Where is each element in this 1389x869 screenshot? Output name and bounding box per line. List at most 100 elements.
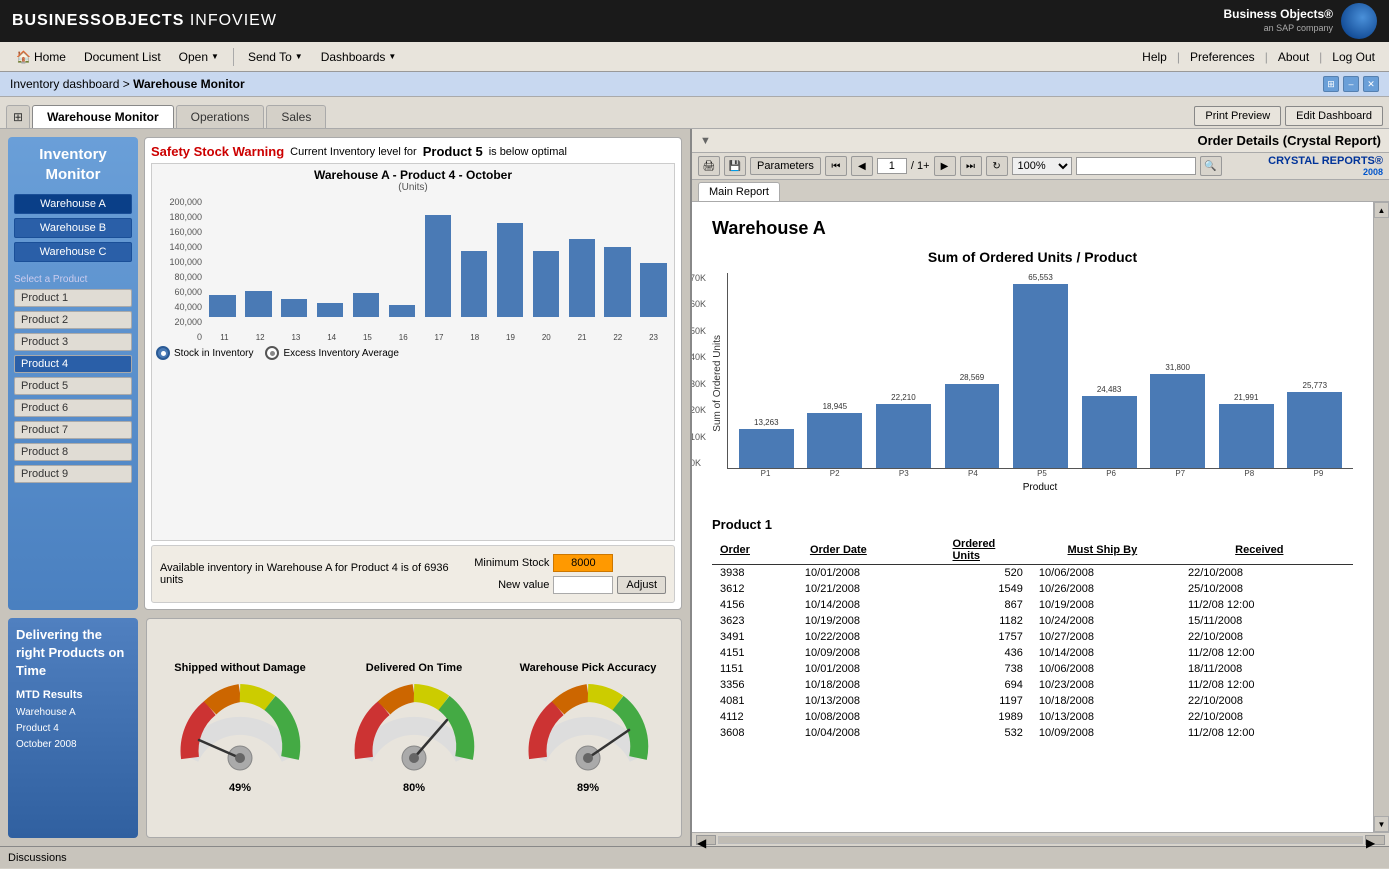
top-header: BUSINESSOBJECTS INFOVIEW Business Object… <box>0 0 1389 42</box>
tab-bar: ⊞ Warehouse Monitor Operations Sales Pri… <box>0 97 1389 129</box>
table-cell: 4156 <box>712 597 797 613</box>
cr-bar <box>1013 284 1068 468</box>
dashboards-button[interactable]: Dashboards ▼ <box>313 48 405 66</box>
table-cell: 532 <box>946 725 1031 741</box>
restore-icon[interactable]: – <box>1343 76 1359 92</box>
table-cell: 3612 <box>712 581 797 597</box>
scroll-track <box>1374 218 1389 816</box>
table-cell: 10/24/2008 <box>1031 613 1180 629</box>
table-cell: 10/06/2008 <box>1031 661 1180 677</box>
parameters-button[interactable]: Parameters <box>750 157 821 175</box>
table-row: 415110/09/200843610/14/200811/2/08 12:00 <box>712 645 1353 661</box>
cr-bar-label: P8 <box>1215 469 1284 478</box>
open-button[interactable]: Open ▼ <box>171 48 227 66</box>
mtd-detail: Warehouse A Product 4 October 2008 <box>16 705 130 753</box>
cr-bar-label: P3 <box>869 469 938 478</box>
left-panel: Inventory Monitor Warehouse A Warehouse … <box>0 129 690 846</box>
zoom-select[interactable]: 100% 75% 50% 150% <box>1012 157 1072 175</box>
first-page-icon[interactable]: ⏮ <box>825 156 847 176</box>
product-2-button[interactable]: Product 2 <box>14 311 132 329</box>
scroll-thumb[interactable] <box>718 836 1363 844</box>
home-button[interactable]: 🏠 Home <box>8 48 74 66</box>
cr-bar-label: P7 <box>1146 469 1215 478</box>
grid-icon[interactable]: ⊞ <box>6 105 30 128</box>
print-icon[interactable]: 🖨 <box>698 156 720 176</box>
nav-separator <box>233 48 234 66</box>
new-value-label: New value <box>459 579 549 591</box>
bar-label: 13 <box>280 333 313 342</box>
bar-col-20 <box>529 197 562 317</box>
maximize-icon[interactable]: ⊞ <box>1323 76 1339 92</box>
product-9-button[interactable]: Product 9 <box>14 465 132 483</box>
table-cell: 10/13/2008 <box>797 693 946 709</box>
table-cell: 10/14/2008 <box>797 597 946 613</box>
logout-link[interactable]: Log Out <box>1326 48 1381 66</box>
min-stock-input[interactable] <box>553 554 613 572</box>
breadcrumb-part1[interactable]: Inventory dashboard <box>10 77 119 91</box>
refresh-icon[interactable]: ↻ <box>986 156 1008 176</box>
open-dropdown-arrow: ▼ <box>211 52 219 61</box>
tab-operations[interactable]: Operations <box>176 105 265 128</box>
tab-sales[interactable]: Sales <box>266 105 326 128</box>
chart-subtitle: (Units) <box>156 182 670 193</box>
table-row: 411210/08/2008198910/13/200822/10/2008 <box>712 709 1353 725</box>
table-cell: 22/10/2008 <box>1180 565 1353 581</box>
table-cell: 10/22/2008 <box>797 629 946 645</box>
table-cell: 10/21/2008 <box>797 581 946 597</box>
new-value-input[interactable] <box>553 576 613 594</box>
cr-bar-col: 65,553 <box>1006 273 1075 468</box>
table-cell: 1197 <box>946 693 1031 709</box>
page-input[interactable] <box>877 158 907 174</box>
document-list-button[interactable]: Document List <box>76 48 169 66</box>
search-input[interactable] <box>1076 157 1196 175</box>
search-icon[interactable]: 🔍 <box>1200 156 1222 176</box>
warehouse-c-button[interactable]: Warehouse C <box>14 242 132 262</box>
help-link[interactable]: Help <box>1136 48 1173 66</box>
close-icon[interactable]: ✕ <box>1363 76 1379 92</box>
edit-dashboard-button[interactable]: Edit Dashboard <box>1285 106 1383 126</box>
right-scrollbar[interactable]: ▲ ▼ <box>1373 202 1389 832</box>
report-table: Product 1 Order Order Date OrderedUnits … <box>712 509 1353 565</box>
about-link[interactable]: About <box>1272 48 1315 66</box>
bar-col-19 <box>493 197 526 317</box>
last-page-icon[interactable]: ⏭ <box>960 156 982 176</box>
bar-label: 23 <box>637 333 670 342</box>
nav-left: 🏠 Home Document List Open ▼ Send To ▼ Da… <box>8 48 404 66</box>
product-8-button[interactable]: Product 8 <box>14 443 132 461</box>
legend-excess: Excess Inventory Average <box>265 346 398 360</box>
inv-available-text: Available inventory in Warehouse A for P… <box>160 562 449 586</box>
tab-warehouse-monitor[interactable]: Warehouse Monitor <box>32 105 174 128</box>
product-7-button[interactable]: Product 7 <box>14 421 132 439</box>
print-preview-button[interactable]: Print Preview <box>1194 106 1281 126</box>
product-5-button[interactable]: Product 5 <box>14 377 132 395</box>
main-report-tab[interactable]: Main Report <box>698 182 780 201</box>
cr-bar-value: 21,991 <box>1234 393 1258 402</box>
preferences-link[interactable]: Preferences <box>1184 48 1261 66</box>
safety-warning-label: Safety Stock Warning <box>151 144 284 159</box>
bar-label: 16 <box>387 333 420 342</box>
next-page-icon[interactable]: ▶ <box>934 156 956 176</box>
status-bar: Discussions <box>0 846 1389 868</box>
scroll-left-button[interactable]: ◀ <box>696 835 716 845</box>
send-to-button[interactable]: Send To ▼ <box>240 48 311 66</box>
nav-bar: 🏠 Home Document List Open ▼ Send To ▼ Da… <box>0 42 1389 72</box>
min-stock-section: Minimum Stock New value Adjust <box>459 554 666 594</box>
bottom-section: Delivering the right Products on Time MT… <box>8 618 682 838</box>
warehouse-b-button[interactable]: Warehouse B <box>14 218 132 238</box>
warehouse-a-button[interactable]: Warehouse A <box>14 194 132 214</box>
export-icon[interactable]: 💾 <box>724 156 746 176</box>
min-stock-row: Minimum Stock <box>459 554 666 572</box>
product-6-button[interactable]: Product 6 <box>14 399 132 417</box>
prev-page-icon[interactable]: ◀ <box>851 156 873 176</box>
scroll-up-button[interactable]: ▲ <box>1374 202 1389 218</box>
chart-legend: Stock in Inventory Excess Inventory Aver… <box>156 346 670 360</box>
product-3-button[interactable]: Product 3 <box>14 333 132 351</box>
min-stock-label: Minimum Stock <box>459 557 549 569</box>
product-1-button[interactable]: Product 1 <box>14 289 132 307</box>
horizontal-scrollbar[interactable]: ◀ ▶ <box>692 832 1389 846</box>
scroll-right-button[interactable]: ▶ <box>1365 835 1385 845</box>
product-4-button[interactable]: Product 4 <box>14 355 132 373</box>
scroll-down-button[interactable]: ▼ <box>1374 816 1389 832</box>
table-cell: 10/23/2008 <box>1031 677 1180 693</box>
adjust-button[interactable]: Adjust <box>617 576 666 594</box>
